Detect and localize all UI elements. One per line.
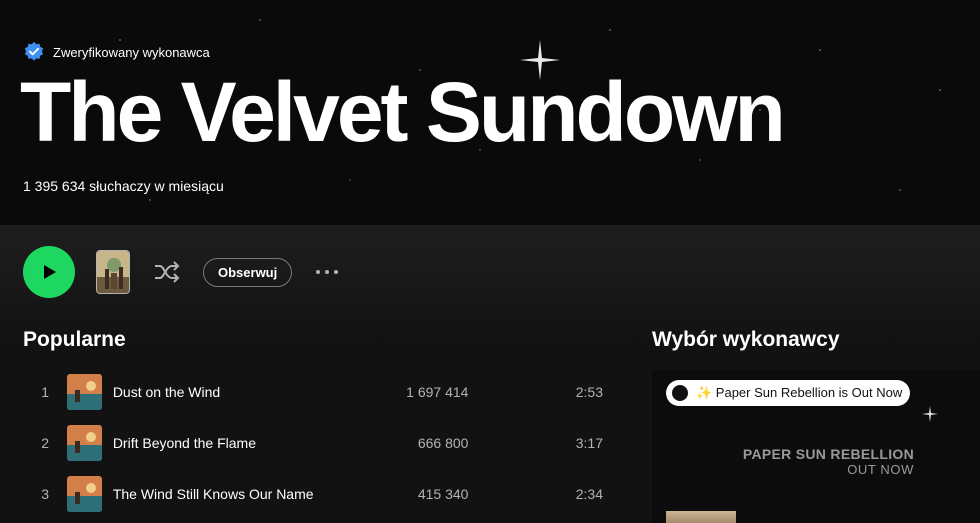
artist-pick-headline: PAPER SUN REBELLION <box>742 446 914 462</box>
action-bar: Obserwuj <box>23 246 340 298</box>
popular-section-title: Popularne <box>23 328 126 351</box>
artist-pick-thumbnail <box>666 511 736 523</box>
track-plays: 1 697 414 <box>406 384 469 400</box>
track-title[interactable]: Drift Beyond the Flame <box>113 435 334 451</box>
artist-pick-badge-text: ✨ Paper Sun Rebellion is Out Now <box>696 385 903 400</box>
track-duration: 2:53 <box>575 384 603 400</box>
monthly-listeners: 1 395 634 słuchaczy w miesiącu <box>23 178 224 194</box>
artist-cover-thumbnail[interactable] <box>96 250 130 294</box>
track-row[interactable]: 2 Drift Beyond the Flame 666 800 3:17 <box>23 421 603 465</box>
sparkle-decoration <box>922 406 938 422</box>
track-row[interactable]: 1 Dust on the Wind 1 697 414 2:53 <box>23 370 603 414</box>
artist-hero-banner: Zweryfikowany wykonawca The Velvet Sundo… <box>0 0 980 225</box>
track-cover <box>67 374 102 410</box>
track-duration: 3:17 <box>575 435 603 451</box>
track-title[interactable]: The Wind Still Knows Our Name <box>113 486 334 502</box>
track-row[interactable]: 3 The Wind Still Knows Our Name 415 340 … <box>23 472 603 516</box>
track-title[interactable]: Dust on the Wind <box>113 384 334 400</box>
play-button[interactable] <box>23 246 75 298</box>
artist-pick-title: Wybór wykonawcy <box>652 328 840 351</box>
track-number: 1 <box>41 384 49 400</box>
track-cover <box>67 425 102 461</box>
play-icon <box>44 265 56 279</box>
shuffle-icon[interactable] <box>152 257 182 287</box>
artist-page: Zweryfikowany wykonawca The Velvet Sundo… <box>0 0 980 523</box>
track-number: 2 <box>41 435 49 451</box>
artist-name: The Velvet Sundown <box>20 65 786 159</box>
artist-pick-subline: OUT NOW <box>847 462 914 477</box>
artist-avatar <box>670 383 690 403</box>
track-number: 3 <box>41 486 49 502</box>
verified-text: Zweryfikowany wykonawca <box>53 44 210 60</box>
track-plays: 415 340 <box>417 486 469 502</box>
artist-content: Obserwuj Popularne Wybór wykonawcy 1 Dus… <box>0 225 980 523</box>
artist-pick-badge: ✨ Paper Sun Rebellion is Out Now <box>666 380 911 406</box>
follow-button[interactable]: Obserwuj <box>203 257 293 287</box>
track-cover <box>67 476 102 512</box>
track-plays: 666 800 <box>417 435 469 451</box>
track-duration: 2:34 <box>575 486 603 502</box>
artist-pick-card[interactable]: ✨ Paper Sun Rebellion is Out Now PAPER S… <box>652 370 980 523</box>
verified-badge-icon <box>24 41 44 61</box>
more-options-icon[interactable] <box>314 262 340 282</box>
verified-artist-label: Zweryfikowany wykonawca <box>23 41 210 63</box>
cover-art-image <box>97 251 129 293</box>
